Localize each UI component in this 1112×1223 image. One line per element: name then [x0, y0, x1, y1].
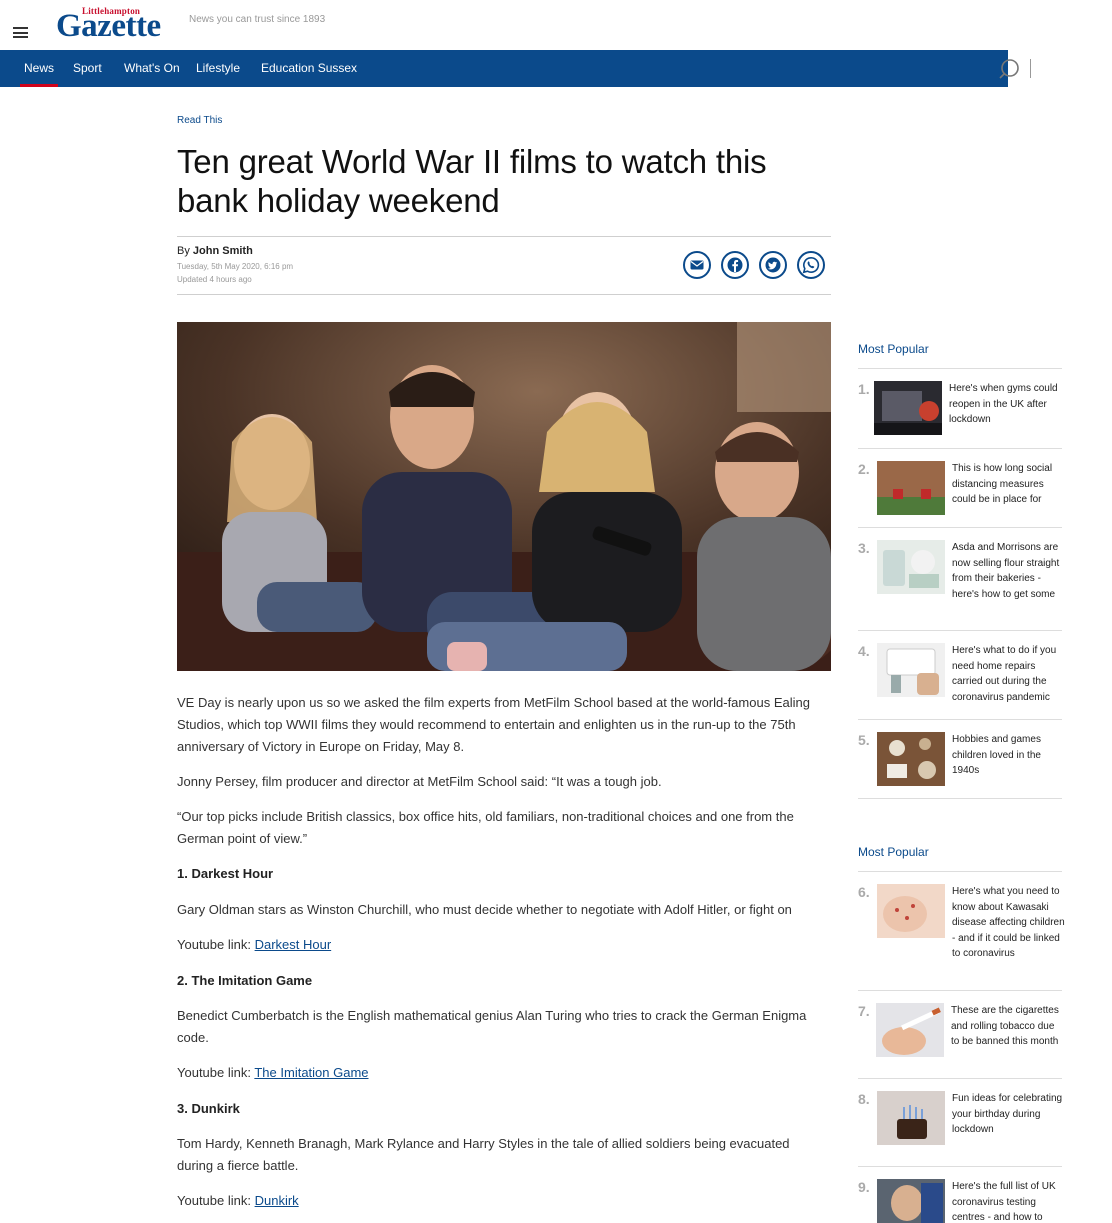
- popular-rank: 5.: [858, 732, 870, 748]
- popular-rank: 9.: [858, 1179, 870, 1195]
- divider: [858, 448, 1062, 449]
- divider: [858, 719, 1062, 720]
- facebook-icon[interactable]: [721, 251, 749, 279]
- popular-rank: 4.: [858, 643, 870, 659]
- film-heading: 3. Dunkirk: [177, 1101, 240, 1116]
- twitter-icon[interactable]: [759, 251, 787, 279]
- popular-rank: 2.: [858, 461, 870, 477]
- popular-article-link[interactable]: Here's what you need to know about Kawas…: [952, 884, 1066, 962]
- link-prefix: Youtube link:: [177, 1065, 255, 1080]
- popular-thumbnail[interactable]: [876, 1003, 944, 1057]
- popular-thumbnail[interactable]: [877, 732, 945, 786]
- film-heading: 1. Darkest Hour: [177, 866, 274, 881]
- divider: [858, 990, 1062, 991]
- site-tagline: News you can trust since 1893: [189, 14, 326, 25]
- published-date: Tuesday, 5th May 2020, 6:16 pm: [177, 262, 294, 271]
- popular-thumbnail[interactable]: [877, 1091, 945, 1145]
- film-heading: 2. The Imitation Game: [177, 973, 313, 988]
- popular-thumbnail[interactable]: [877, 461, 945, 515]
- article-headline: Ten great World War II films to watch th…: [177, 143, 767, 219]
- nav-item-education-sussex[interactable]: Education Sussex: [261, 50, 357, 87]
- popular-article-link[interactable]: This is how long social distancing measu…: [952, 461, 1066, 508]
- article-paragraph: “Our top picks include British classics,…: [177, 809, 794, 846]
- popular-rank: 6.: [858, 884, 870, 900]
- divider: [177, 236, 831, 237]
- search-icon[interactable]: [994, 57, 1024, 81]
- popular-article-link[interactable]: Hobbies and games children loved in the …: [952, 732, 1066, 779]
- popular-thumbnail[interactable]: [877, 540, 945, 594]
- whatsapp-icon[interactable]: [797, 251, 825, 279]
- logo-title: Gazette: [56, 8, 161, 44]
- popular-article-link[interactable]: Asda and Morrisons are now selling flour…: [952, 540, 1066, 602]
- byline: By John Smith: [177, 245, 253, 257]
- popular-article-link[interactable]: Fun ideas for celebrating your birthday …: [952, 1091, 1066, 1138]
- nav-item-sport[interactable]: Sport: [73, 50, 102, 87]
- popular-article-link[interactable]: Here's the full list of UK coronavirus t…: [952, 1179, 1066, 1223]
- popular-article-link[interactable]: Here's when gyms could reopen in the UK …: [949, 381, 1063, 428]
- article-paragraph: Jonny Persey, film producer and director…: [177, 774, 662, 789]
- popular-article-link[interactable]: Here's what to do if you need home repai…: [952, 643, 1066, 705]
- film-link-line: Youtube link: The Imitation Game: [177, 1062, 827, 1084]
- popular-thumbnail[interactable]: [877, 884, 945, 938]
- divider: [858, 630, 1062, 631]
- most-popular-heading: Most Popular: [858, 342, 929, 356]
- youtube-link-dunkirk[interactable]: Dunkirk: [255, 1193, 299, 1208]
- youtube-link-imitation-game[interactable]: The Imitation Game: [254, 1065, 368, 1080]
- nav-divider: [1030, 59, 1031, 78]
- popular-thumbnail[interactable]: [877, 643, 945, 697]
- link-prefix: Youtube link:: [177, 937, 255, 952]
- popular-rank: 1.: [858, 381, 870, 397]
- popular-rank: 8.: [858, 1091, 870, 1107]
- youtube-link-darkest-hour[interactable]: Darkest Hour: [255, 937, 332, 952]
- most-popular-heading: Most Popular: [858, 845, 929, 859]
- popular-article-link[interactable]: These are the cigarettes and rolling tob…: [951, 1003, 1065, 1050]
- hamburger-icon[interactable]: [13, 27, 28, 38]
- main-nav: News Sport What's On Lifestyle Education…: [0, 50, 1008, 87]
- link-prefix: Youtube link:: [177, 1193, 255, 1208]
- film-description: Benedict Cumberbatch is the English math…: [177, 1008, 807, 1045]
- nav-item-news[interactable]: News: [19, 50, 59, 87]
- divider: [858, 871, 1062, 872]
- film-description: Tom Hardy, Kenneth Branagh, Mark Rylance…: [177, 1136, 790, 1173]
- divider: [858, 798, 1062, 799]
- film-link-line: Youtube link: Darkest Hour: [177, 934, 827, 956]
- author-name[interactable]: John Smith: [193, 245, 253, 257]
- popular-rank: 7.: [858, 1003, 870, 1019]
- divider: [858, 1078, 1062, 1079]
- film-description: Gary Oldman stars as Winston Churchill, …: [177, 902, 792, 917]
- byline-prefix: By: [177, 245, 193, 257]
- divider: [858, 368, 1062, 369]
- nav-item-whats-on[interactable]: What's On: [124, 50, 180, 87]
- divider: [858, 527, 1062, 528]
- nav-item-lifestyle[interactable]: Lifestyle: [196, 50, 240, 87]
- hero-image: [177, 322, 831, 671]
- site-logo[interactable]: Littlehampton Gazette: [56, 6, 168, 44]
- divider: [858, 1166, 1062, 1167]
- popular-thumbnail[interactable]: [877, 1179, 945, 1223]
- email-icon[interactable]: [683, 251, 711, 279]
- updated-date: Updated 4 hours ago: [177, 275, 252, 284]
- divider: [177, 294, 831, 295]
- section-kicker[interactable]: Read This: [177, 115, 222, 126]
- film-link-line: Youtube link: Dunkirk: [177, 1190, 827, 1212]
- popular-rank: 3.: [858, 540, 870, 556]
- site-header: Littlehampton Gazette News you can trust…: [0, 0, 1112, 50]
- popular-thumbnail[interactable]: [874, 381, 942, 435]
- article-paragraph: VE Day is nearly upon us so we asked the…: [177, 695, 810, 754]
